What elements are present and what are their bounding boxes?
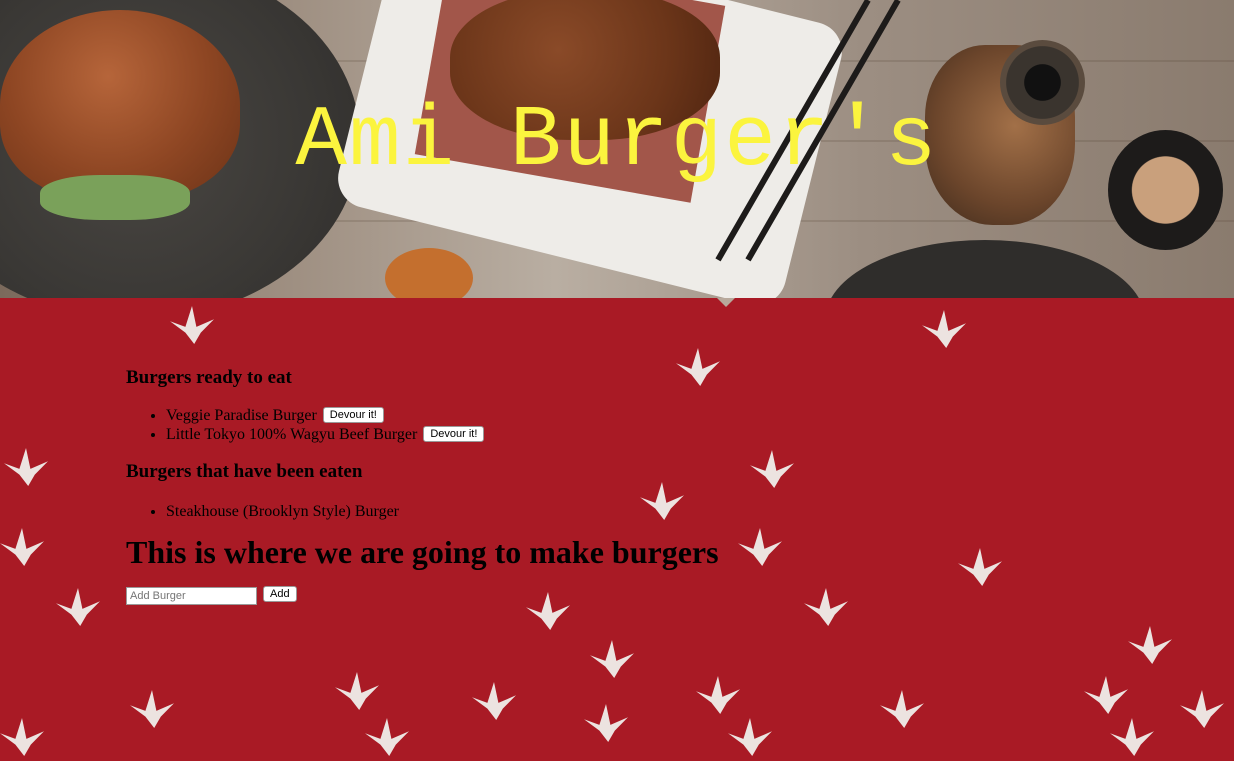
crane-icon xyxy=(958,548,1002,586)
list-item: Little Tokyo 100% Wagyu Beef Burger Devo… xyxy=(166,425,826,444)
crane-icon xyxy=(4,448,48,486)
crane-icon xyxy=(1110,718,1154,756)
crane-icon xyxy=(1180,690,1224,728)
crane-icon xyxy=(696,676,740,714)
eaten-heading: Burgers that have been eaten xyxy=(126,461,363,482)
crane-icon xyxy=(472,682,516,720)
add-burger-input[interactable] xyxy=(126,587,257,605)
plate-image xyxy=(825,240,1145,298)
crane-icon xyxy=(590,640,634,678)
crane-icon xyxy=(335,672,379,710)
crane-icon xyxy=(0,718,44,756)
list-item: Steakhouse (Brooklyn Style) Burger xyxy=(166,502,826,521)
crane-icon xyxy=(1084,676,1128,714)
lotus-chip-image xyxy=(385,248,473,298)
burger-name: Little Tokyo 100% Wagyu Beef Burger xyxy=(166,426,418,443)
crane-icon xyxy=(1128,626,1172,664)
ready-heading: Burgers ready to eat xyxy=(126,367,292,388)
devour-button[interactable]: Devour it! xyxy=(322,407,384,423)
eaten-list: Steakhouse (Brooklyn Style) Burger xyxy=(126,502,826,521)
burger-name: Veggie Paradise Burger xyxy=(166,407,317,424)
crane-icon xyxy=(170,306,214,344)
create-heading: This is where we are going to make burge… xyxy=(126,534,719,570)
list-item: Veggie Paradise Burger Devour it! xyxy=(166,406,826,425)
add-burger-form: Add xyxy=(126,586,826,605)
site-title: Ami Burger's xyxy=(295,92,939,190)
devour-button[interactable]: Devour it! xyxy=(423,426,485,442)
crane-icon xyxy=(728,718,772,756)
add-button[interactable]: Add xyxy=(263,586,297,602)
crane-icon xyxy=(880,690,924,728)
burger-name: Steakhouse (Brooklyn Style) Burger xyxy=(166,503,400,520)
banner-notch xyxy=(717,298,735,307)
crane-icon xyxy=(130,690,174,728)
crane-icon xyxy=(56,588,100,626)
crane-icon xyxy=(0,528,44,566)
crane-icon xyxy=(584,704,628,742)
ready-list: Veggie Paradise Burger Devour it! Little… xyxy=(126,406,826,444)
crane-icon xyxy=(365,718,409,756)
main-content: Burgers ready to eat Veggie Paradise Bur… xyxy=(126,368,826,605)
crane-icon xyxy=(922,310,966,348)
hero-banner: Ami Burger's xyxy=(0,0,1234,298)
